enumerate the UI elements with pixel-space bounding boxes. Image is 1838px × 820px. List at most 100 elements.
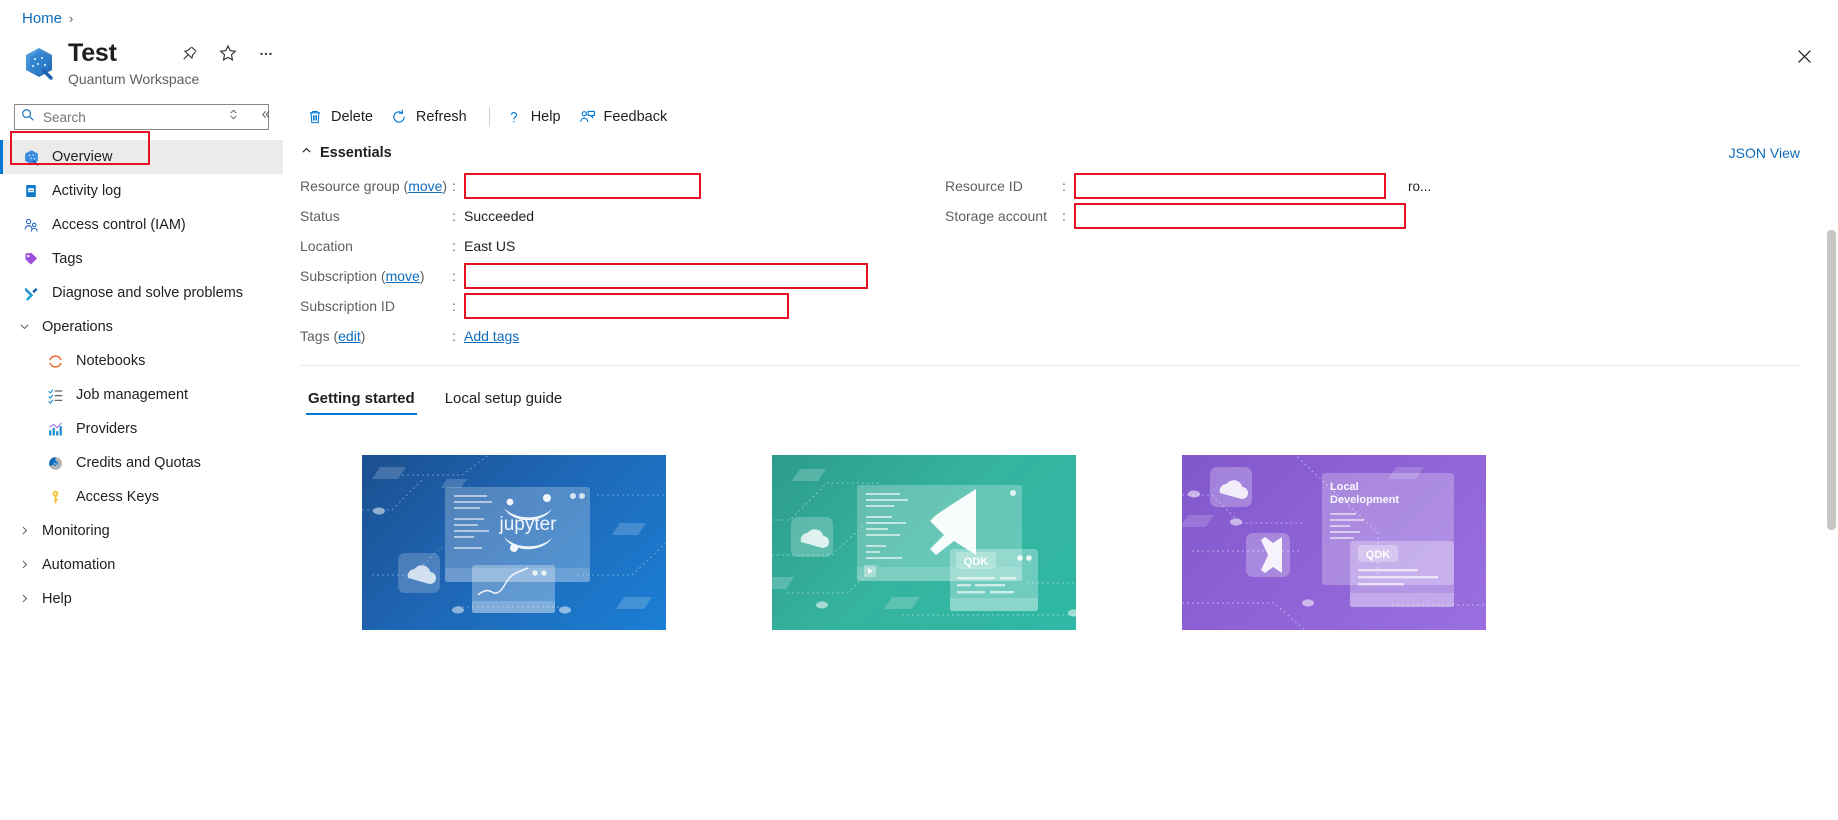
status-label: Status (300, 208, 452, 224)
resource-id-value-redacted[interactable] (1074, 173, 1386, 199)
chevron-right-icon (18, 524, 32, 538)
sidebar-item-tags[interactable]: Tags (0, 242, 283, 276)
chevron-right-icon (18, 592, 32, 606)
breadcrumb-home[interactable]: Home (22, 10, 62, 27)
breadcrumb: Home › (22, 10, 73, 27)
feedback-person-icon (579, 109, 596, 126)
label-text: Subscription (300, 268, 377, 284)
svg-text:%: % (53, 461, 57, 466)
question-mark-icon (506, 109, 523, 126)
refresh-label: Refresh (416, 109, 467, 125)
add-tags-link[interactable]: Add tags (464, 328, 519, 344)
sidebar-item-job-management[interactable]: Job management (0, 378, 283, 412)
key-icon (46, 488, 64, 506)
delete-button[interactable]: Delete (300, 104, 385, 131)
essentials-toggle[interactable]: Essentials (300, 144, 1824, 161)
toolbar-divider (489, 107, 490, 127)
sidebar-item-overview[interactable]: Overview (0, 140, 283, 174)
tags-edit-link[interactable]: edit (338, 328, 361, 344)
chevron-right-icon (18, 558, 32, 572)
colon: : (452, 208, 464, 224)
sidebar-item-access-keys[interactable]: Access Keys (0, 480, 283, 514)
essentials-row-subscription-id: Subscription ID : (300, 291, 945, 321)
collapse-menu-icon[interactable] (255, 104, 275, 124)
subscription-id-value-redacted[interactable] (464, 293, 789, 319)
command-bar: Delete Refresh (300, 96, 1824, 138)
expand-collapse-all-icon[interactable] (223, 104, 243, 124)
local-development-illustration: Local Development QDK (1182, 455, 1486, 630)
providers-icon (46, 420, 64, 438)
overview-content: Essentials JSON View Resource group (mov… (300, 138, 1824, 630)
tab-getting-started[interactable]: Getting started (306, 384, 417, 417)
page-scrollbar[interactable] (1827, 230, 1836, 530)
resource-group-value-redacted[interactable] (464, 173, 701, 199)
sidebar-item-notebooks[interactable]: Notebooks (0, 344, 283, 378)
sidebar-item-access-control[interactable]: Access control (IAM) (0, 208, 283, 242)
sidebar-item-label: Access control (IAM) (52, 217, 186, 233)
local-development-card[interactable]: Local Development QDK (1182, 455, 1486, 630)
search-icon (21, 108, 35, 127)
sidebar-item-credits-quotas[interactable]: % Credits and Quotas (0, 446, 283, 480)
notebooks-icon (46, 352, 64, 370)
colon: : (452, 298, 464, 314)
sidebar-item-label: Activity log (52, 183, 121, 199)
subscription-move-link[interactable]: move (386, 268, 420, 284)
sidebar-item-activity-log[interactable]: Activity log (0, 174, 283, 208)
favorite-star-icon[interactable] (213, 38, 243, 68)
sidebar-item-diagnose[interactable]: Diagnose and solve problems (0, 276, 283, 310)
subscription-value-redacted[interactable] (464, 263, 868, 289)
subscription-label: Subscription (move) (300, 268, 452, 284)
colon: : (452, 268, 464, 284)
resource-group-label: Resource group (move) (300, 178, 452, 194)
jupyter-notebooks-card[interactable]: jupyter (362, 455, 666, 630)
pin-icon[interactable] (175, 38, 205, 68)
resource-id-label: Resource ID (945, 178, 1062, 194)
refresh-button[interactable]: Refresh (385, 104, 479, 131)
essentials-row-status: Status : Succeeded (300, 201, 945, 231)
tab-local-setup-guide[interactable]: Local setup guide (443, 384, 565, 417)
sidebar-group-automation[interactable]: Automation (0, 548, 283, 582)
label-text: Resource group (300, 178, 400, 194)
sidebar-group-label: Operations (42, 319, 113, 335)
vscode-qdk-card[interactable]: QDK (772, 455, 1076, 630)
essentials-right-column: Resource ID : ro... Storage account : (945, 171, 1802, 351)
location-label: Location (300, 238, 452, 254)
storage-account-label: Storage account (945, 208, 1062, 224)
search-input[interactable] (41, 109, 181, 126)
close-blade-button[interactable] (1788, 40, 1820, 72)
svg-text:Development: Development (1330, 494, 1399, 506)
more-options-icon[interactable] (251, 38, 281, 68)
sidebar-group-help[interactable]: Help (0, 582, 283, 616)
sidebar-group-label: Monitoring (42, 523, 110, 539)
job-management-icon (46, 386, 64, 404)
sidebar-item-label: Overview (52, 149, 112, 165)
essentials-row-resource-id: Resource ID : ro... (945, 171, 1802, 201)
location-value: East US (464, 238, 515, 254)
json-view-link[interactable]: JSON View (1729, 145, 1800, 161)
essentials-left-column: Resource group (move) : Status : Succeed… (300, 171, 945, 351)
sidebar-item-providers[interactable]: Providers (0, 412, 283, 446)
quantum-workspace-icon (22, 46, 56, 82)
resource-type-subtitle: Quantum Workspace (68, 71, 281, 87)
access-control-icon (22, 216, 40, 234)
essentials-row-tags: Tags (edit) : Add tags (300, 321, 945, 351)
sidebar-item-label: Diagnose and solve problems (52, 285, 243, 301)
sidebar-item-label: Credits and Quotas (76, 455, 201, 471)
svg-text:Local: Local (1330, 481, 1359, 493)
feedback-button[interactable]: Feedback (573, 104, 680, 131)
label-text: Tags (300, 328, 330, 344)
storage-account-value-redacted[interactable] (1074, 203, 1406, 229)
content-tabs: Getting started Local setup guide (300, 384, 1824, 417)
sidebar-item-label: Tags (52, 251, 83, 267)
sidebar-group-operations[interactable]: Operations (0, 310, 283, 344)
help-label: Help (531, 109, 561, 125)
resource-group-move-link[interactable]: move (408, 178, 442, 194)
subscription-id-label: Subscription ID (300, 298, 452, 314)
essentials-row-subscription: Subscription (move) : (300, 261, 945, 291)
delete-label: Delete (331, 109, 373, 125)
help-button[interactable]: Help (500, 104, 573, 131)
sidebar-group-monitoring[interactable]: Monitoring (0, 514, 283, 548)
colon: : (452, 328, 464, 344)
breadcrumb-separator-icon: › (69, 11, 73, 26)
scrollbar-thumb[interactable] (1827, 230, 1836, 530)
